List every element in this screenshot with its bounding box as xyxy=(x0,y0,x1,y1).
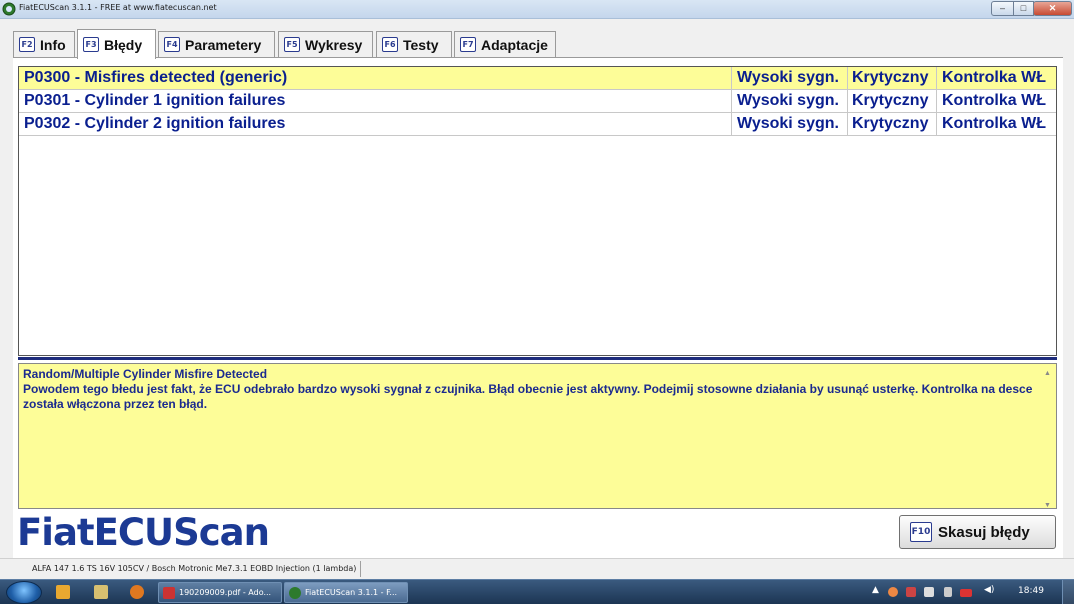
f4-key-icon: F4 xyxy=(164,37,180,52)
tab-label: Testy xyxy=(403,36,439,53)
tab-label: Wykresy xyxy=(305,36,363,53)
error-severity: Krytyczny xyxy=(847,67,936,89)
task-label: 190209009.pdf - Ado... xyxy=(179,588,272,597)
error-row-p0301[interactable]: P0301 - Cylinder 1 ignition failures Wys… xyxy=(19,90,1056,113)
task-pdf[interactable]: 190209009.pdf - Ado... xyxy=(158,582,282,603)
tab-wykresy[interactable]: F5 Wykresy xyxy=(278,31,373,57)
volume-icon[interactable]: ◀) xyxy=(984,585,994,595)
status-bar: ALFA 147 1.6 TS 16V 105CV / Bosch Motron… xyxy=(0,558,1074,578)
close-button[interactable]: ✕ xyxy=(1033,1,1072,16)
error-severity: Krytyczny xyxy=(847,113,936,135)
taskbar: 190209009.pdf - Ado... FiatECUScan 3.1.1… xyxy=(0,579,1074,604)
app-logo: FiatECUScan xyxy=(17,511,270,554)
error-signal: Wysoki sygn. xyxy=(731,113,847,135)
error-signal: Wysoki sygn. xyxy=(731,67,847,89)
tab-label: Adaptacje xyxy=(481,36,548,53)
tray-security-icon[interactable] xyxy=(906,587,916,597)
tab-testy[interactable]: F6 Testy xyxy=(376,31,452,57)
scroll-up-icon[interactable]: ▲ xyxy=(1044,366,1051,381)
maximize-button[interactable]: □ xyxy=(1013,1,1034,16)
pdf-icon xyxy=(163,587,175,599)
error-code: P0302 - Cylinder 2 ignition failures xyxy=(24,115,286,132)
f7-key-icon: F7 xyxy=(460,37,476,52)
description-body: Powodem tego błedu jest fakt, że ECU ode… xyxy=(23,382,1033,411)
window-title: FiatECUScan 3.1.1 - FREE at www.fiatecus… xyxy=(19,3,217,12)
f6-key-icon: F6 xyxy=(382,37,398,52)
app-icon xyxy=(2,2,16,16)
tray-bluetooth-icon[interactable] xyxy=(924,587,934,597)
f2-key-icon: F2 xyxy=(19,37,35,52)
error-description: Random/Multiple Cylinder Misfire Detecte… xyxy=(18,363,1057,509)
task-fiatecuscan[interactable]: FiatECUScan 3.1.1 - F... xyxy=(284,582,408,603)
description-title: Random/Multiple Cylinder Misfire Detecte… xyxy=(23,367,268,381)
error-lamp: Kontrolka WŁ xyxy=(936,113,1056,135)
tab-parametery[interactable]: F4 Parametery xyxy=(158,31,275,57)
f3-key-icon: F3 xyxy=(83,37,99,52)
fiatecuscan-icon xyxy=(289,587,301,599)
clock[interactable]: 18:49 xyxy=(1018,586,1044,596)
f5-key-icon: F5 xyxy=(284,37,300,52)
media-player-icon[interactable] xyxy=(56,585,70,599)
error-row-p0300[interactable]: P0300 - Misfires detected (generic) Wyso… xyxy=(19,67,1056,90)
error-severity: Krytyczny xyxy=(847,90,936,112)
f10-key-icon: F10 xyxy=(910,522,932,542)
explorer-icon[interactable] xyxy=(94,585,108,599)
tray-expand-icon[interactable]: ▲ xyxy=(872,585,879,595)
description-scrollbar[interactable]: ▲ ▼ xyxy=(1040,364,1056,509)
tab-label: Parametery xyxy=(185,36,262,53)
scroll-down-icon[interactable]: ▼ xyxy=(1044,498,1051,513)
error-lamp: Kontrolka WŁ xyxy=(936,67,1056,89)
splitter[interactable] xyxy=(18,357,1057,360)
clear-errors-button[interactable]: F10 Skasuj błędy xyxy=(899,515,1056,549)
show-desktop-button[interactable] xyxy=(1062,580,1074,604)
error-row-p0302[interactable]: P0302 - Cylinder 2 ignition failures Wys… xyxy=(19,113,1056,136)
clear-errors-label: Skasuj błędy xyxy=(938,523,1030,541)
error-lamp: Kontrolka WŁ xyxy=(936,90,1056,112)
tab-label: Info xyxy=(40,36,66,53)
error-list: P0300 - Misfires detected (generic) Wyso… xyxy=(18,66,1057,356)
firefox-icon[interactable] xyxy=(130,585,144,599)
task-label: FiatECUScan 3.1.1 - F... xyxy=(305,588,398,597)
error-code: P0300 - Misfires detected (generic) xyxy=(24,69,288,86)
start-button[interactable] xyxy=(6,581,42,604)
tray-app-icon[interactable] xyxy=(888,587,898,597)
error-signal: Wysoki sygn. xyxy=(731,90,847,112)
tab-info[interactable]: F2 Info xyxy=(13,31,75,57)
title-bar: FiatECUScan 3.1.1 - FREE at www.fiatecus… xyxy=(0,0,1074,19)
tab-adaptacje[interactable]: F7 Adaptacje xyxy=(454,31,556,57)
tab-bledy[interactable]: F3 Błędy xyxy=(77,29,156,59)
tray-device-icon[interactable] xyxy=(944,587,952,597)
tray-network-icon[interactable] xyxy=(960,589,972,597)
error-code: P0301 - Cylinder 1 ignition failures xyxy=(24,92,286,109)
minimize-button[interactable]: ‒ xyxy=(991,1,1014,16)
tab-label: Błędy xyxy=(104,36,143,53)
vehicle-status: ALFA 147 1.6 TS 16V 105CV / Bosch Motron… xyxy=(28,561,362,577)
